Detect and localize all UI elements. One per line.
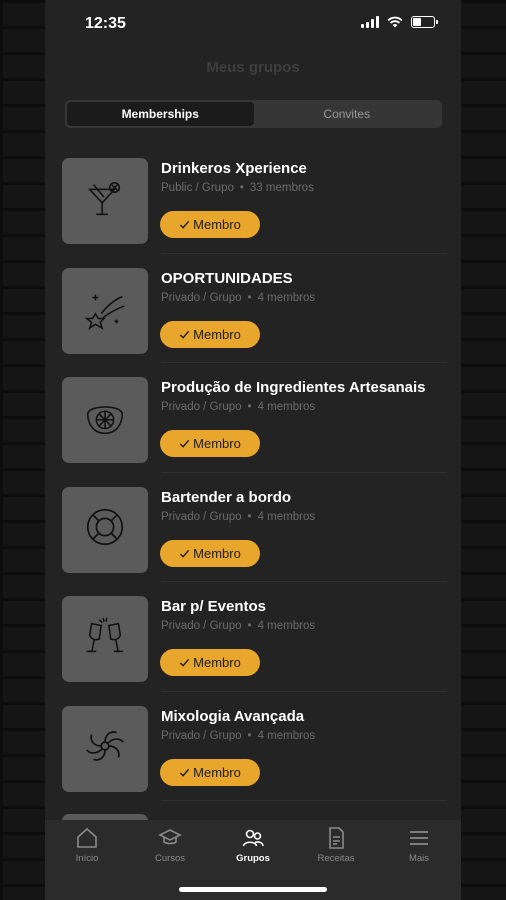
group-visibility: Privado / Grupo (161, 401, 242, 413)
menu-icon (410, 831, 428, 845)
nav-label: Início (75, 853, 99, 864)
nav-item-cursos[interactable]: Cursos (135, 826, 205, 864)
group-members: 4 membros (257, 291, 316, 304)
list-item[interactable]: OPORTUNIDADES Privado / Grupo • 4 membros … (45, 254, 461, 363)
bottom-tab-bar: Início Cursos Grupos Receitas Mais (45, 820, 461, 900)
tab-convites[interactable]: Convites (254, 102, 441, 126)
home-icon (77, 827, 97, 848)
membership-badge[interactable]: Membro (160, 320, 260, 348)
badge-label: Membro (193, 326, 241, 342)
page-title: Meus grupos (206, 59, 300, 76)
segmented-control: Memberships Convites (65, 100, 442, 128)
groups-list: Drinkeros Xperience Public / Grupo • 33 me… (45, 144, 461, 801)
group-name[interactable]: OPORTUNIDADES (161, 270, 293, 287)
nav-label: Grupos (236, 853, 270, 864)
battery-icon (411, 16, 438, 28)
list-item[interactable]: Produção de Ingredientes Artesanais Priv… (45, 363, 461, 473)
group-visibility: Privado / Grupo (161, 291, 242, 304)
nav-item-receitas[interactable]: Receitas (301, 826, 371, 864)
swirl-icon (82, 723, 128, 774)
membership-badge[interactable]: Membro (160, 430, 260, 457)
group-members: 4 membros (257, 620, 316, 632)
badge-label: Membro (193, 217, 241, 232)
signal-icon (361, 16, 379, 28)
badge-label: Membro (193, 655, 241, 670)
group-name[interactable]: Produção de Ingredientes Artesanais (161, 379, 426, 396)
membership-badge[interactable]: Membro (160, 539, 260, 567)
check-icon (180, 768, 190, 777)
group-members: 4 membros (257, 510, 316, 523)
status-time: 12:35 (85, 15, 126, 32)
group-visibility: Privado / Grupo (161, 729, 242, 742)
group-meta: Privado / Grupo • 4 membros (161, 510, 316, 523)
list-item[interactable]: Drinkeros Xperience Public / Grupo • 33 me… (45, 144, 461, 254)
nav-label: Cursos (154, 853, 186, 864)
check-icon (180, 658, 190, 667)
recipe-icon (329, 827, 344, 849)
badge-label: Membro (193, 436, 241, 451)
phone-screen: 12:35 Meus grupos Memberships Convites D… (45, 0, 461, 900)
check-icon (180, 549, 190, 558)
group-thumbnail (62, 486, 148, 573)
group-thumbnail (62, 377, 148, 463)
shooting-star-icon (82, 285, 128, 336)
group-name[interactable]: Mixologia Avançada (161, 708, 304, 725)
nav-label: Receitas (317, 853, 355, 864)
group-members: 4 membros (257, 401, 316, 413)
membership-badge[interactable]: Membro (160, 758, 260, 786)
list-item[interactable]: Mixologia Avançada Privado / Grupo • 4 mem… (45, 692, 461, 801)
users-icon (242, 829, 264, 847)
graduation-cap-icon (158, 829, 182, 845)
group-name[interactable]: Drinkeros Xperience (161, 160, 307, 177)
list-item[interactable]: Bar p/ Eventos Privado / Grupo • 4 membros… (45, 582, 461, 692)
group-meta: Privado / Grupo • 4 membros (161, 620, 316, 632)
tab-memberships[interactable]: Memberships (67, 102, 254, 126)
home-indicator[interactable] (179, 887, 327, 892)
membership-badge[interactable]: Membro (160, 649, 260, 676)
group-meta: Privado / Grupo • 4 membros (161, 291, 316, 304)
group-thumbnail (62, 596, 148, 682)
cocktail-icon (82, 176, 128, 227)
nav-label: Mais (408, 853, 430, 864)
nav-item-grupos[interactable]: Grupos (218, 826, 288, 864)
nav-item-inicio[interactable]: Início (52, 826, 122, 864)
group-thumbnail (62, 267, 148, 354)
list-item[interactable]: Bartender a bordo Privado / Grupo • 4 memb… (45, 473, 461, 582)
check-icon (180, 439, 190, 448)
group-thumbnail (62, 705, 148, 792)
group-visibility: Public / Grupo (161, 182, 234, 194)
group-thumbnail (62, 158, 148, 244)
wifi-icon (387, 16, 403, 28)
badge-label: Membro (193, 764, 241, 780)
group-name[interactable]: Bar p/ Eventos (161, 598, 266, 615)
badge-label: Membro (193, 545, 241, 561)
group-meta: Privado / Grupo • 4 membros (161, 729, 316, 742)
group-name[interactable]: Bartender a bordo (161, 489, 291, 506)
status-bar: 12:35 (45, 0, 461, 48)
group-meta: Privado / Grupo • 4 membros (161, 401, 316, 413)
status-icons (361, 16, 438, 28)
check-icon (180, 220, 190, 229)
membership-badge[interactable]: Membro (160, 211, 260, 238)
group-members: 4 membros (257, 729, 316, 742)
nav-item-mais[interactable]: Mais (384, 826, 454, 864)
citrus-icon (82, 395, 128, 446)
group-meta: Public / Grupo • 33 membros (161, 182, 314, 194)
check-icon (180, 330, 190, 339)
lifebuoy-icon (82, 504, 128, 555)
champagne-toast-icon (82, 614, 128, 665)
group-visibility: Privado / Grupo (161, 510, 242, 523)
group-members: 33 membros (249, 182, 314, 194)
group-visibility: Privado / Grupo (161, 620, 242, 632)
